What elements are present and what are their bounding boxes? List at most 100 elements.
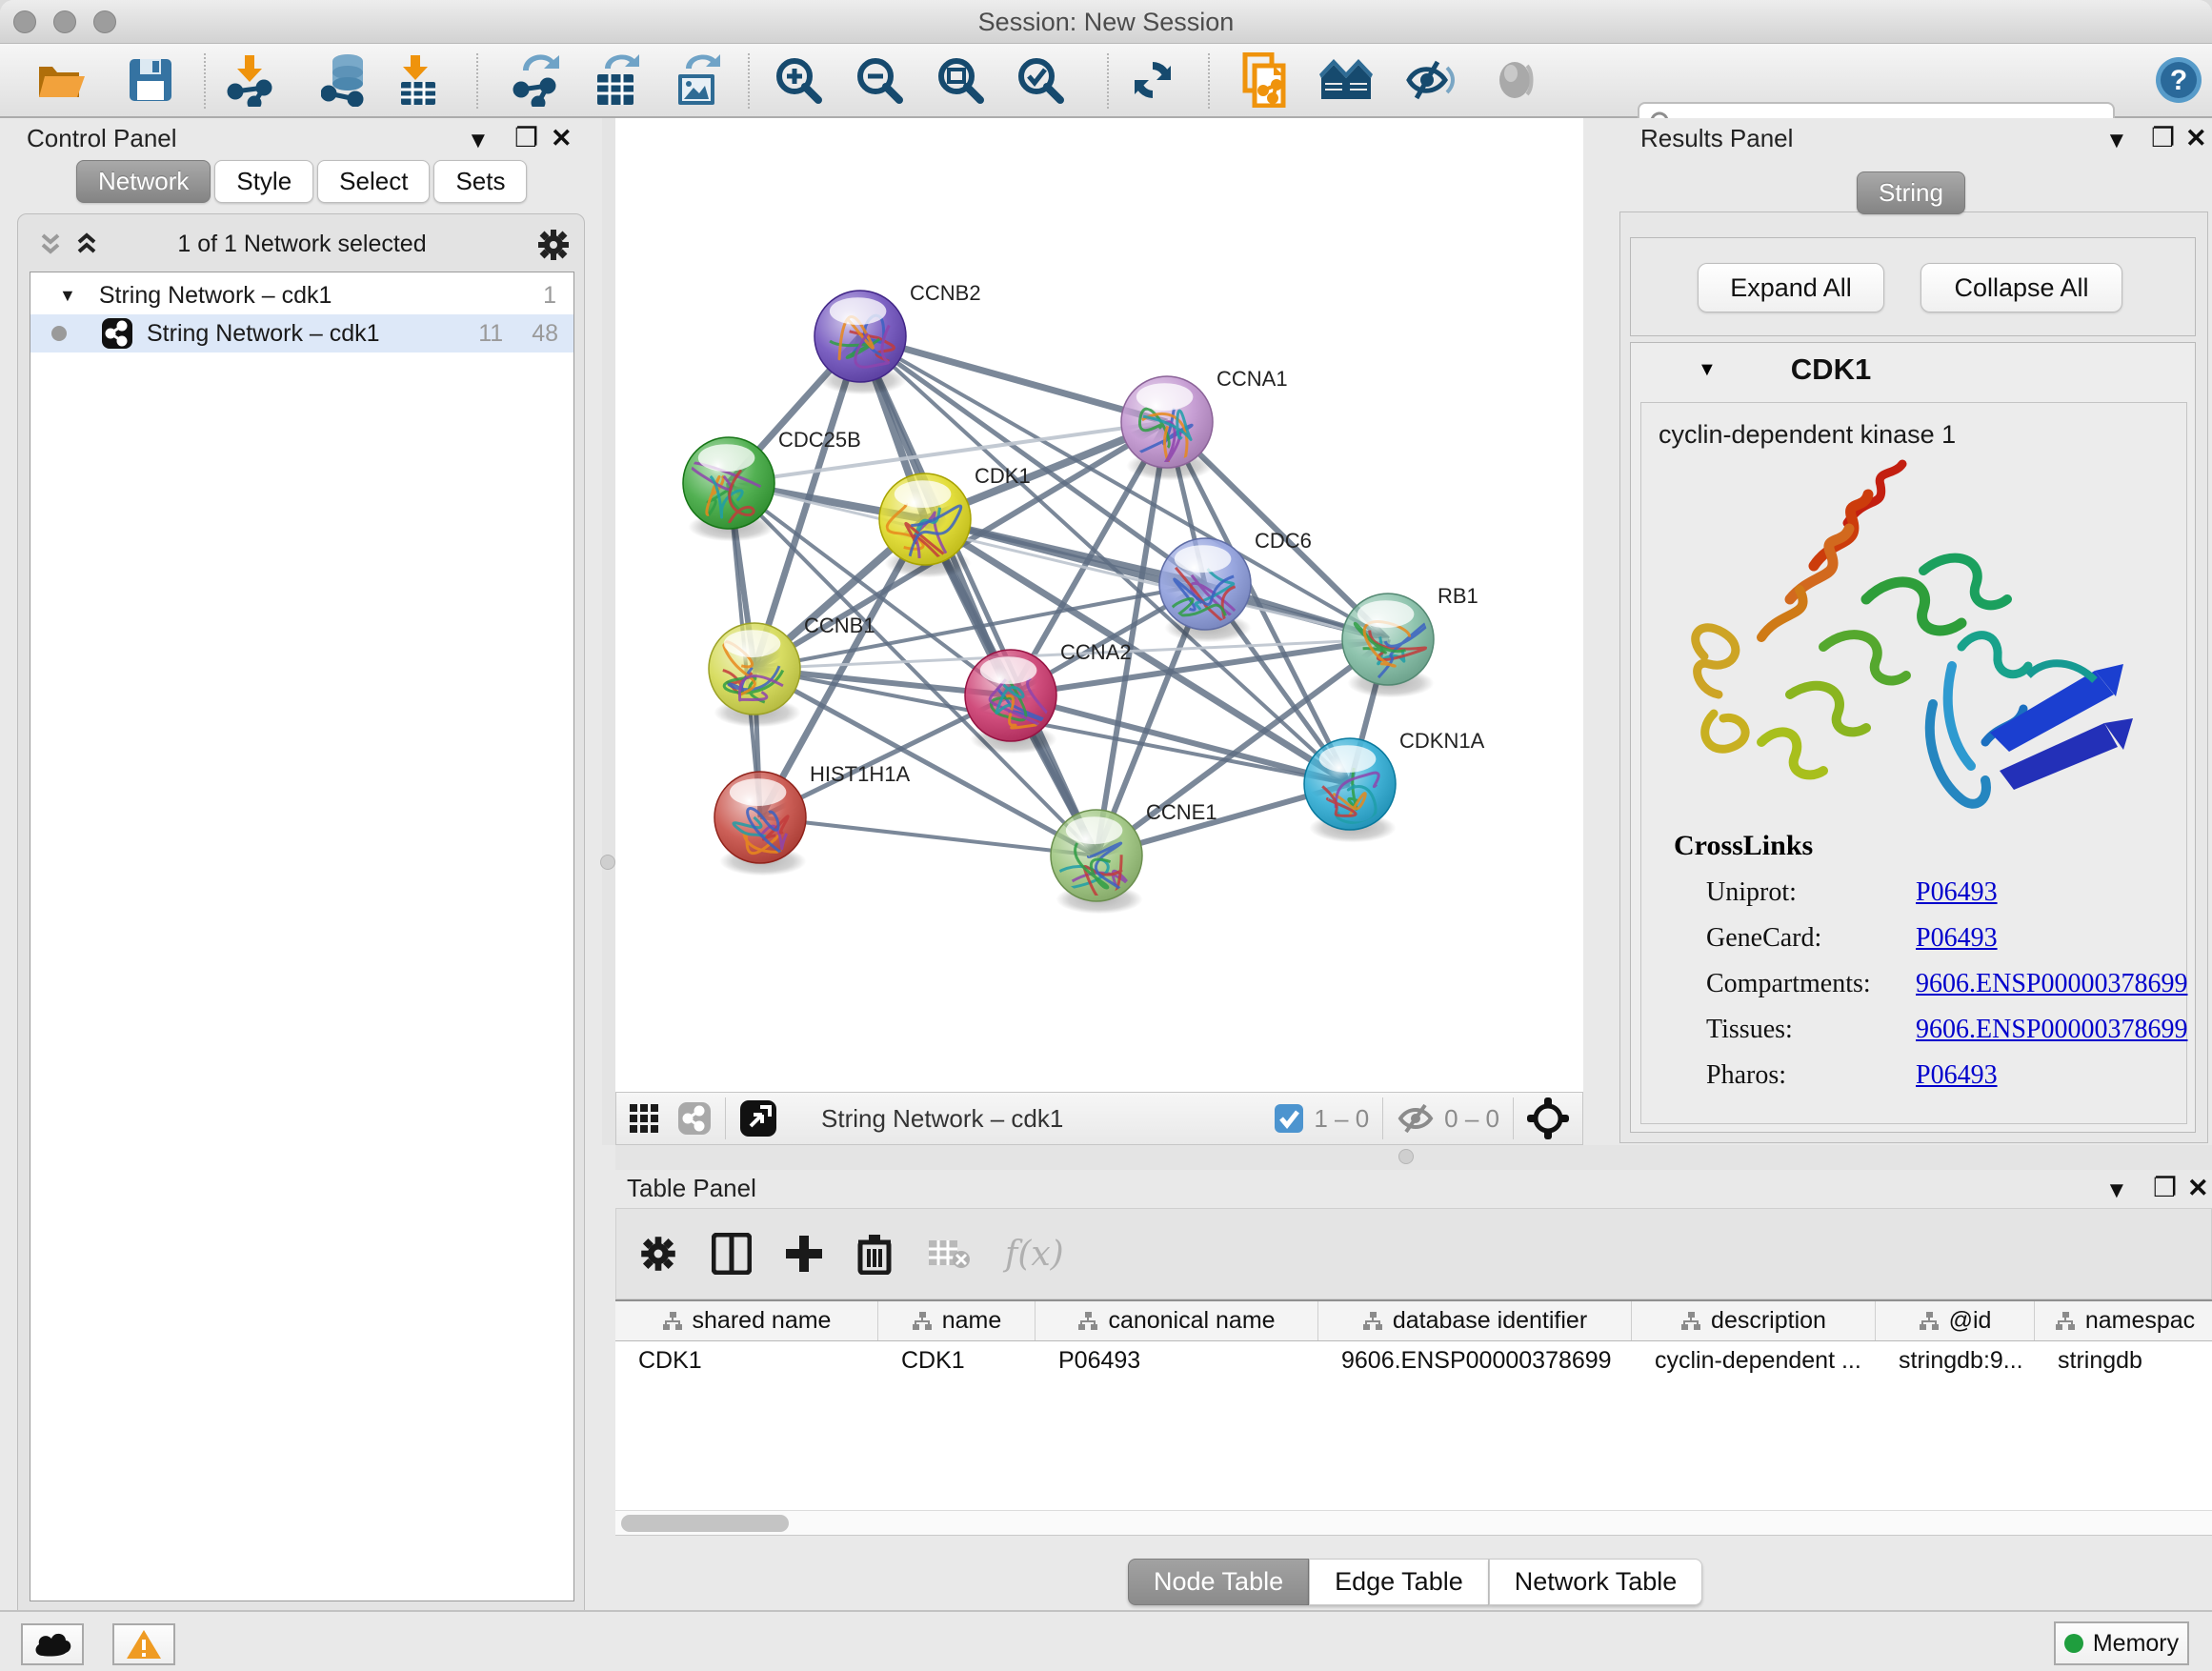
column-header-canonical-name[interactable]: canonical name — [1036, 1301, 1318, 1340]
network-share-icon[interactable] — [677, 1101, 712, 1136]
show-columns-icon[interactable] — [712, 1233, 752, 1275]
column-header-name[interactable]: name — [878, 1301, 1036, 1340]
table-cell[interactable]: stringdb:9... — [1876, 1341, 2035, 1379]
table-cell[interactable]: stringdb — [2035, 1341, 2212, 1379]
node-table-row[interactable]: CDK1CDK1P064939606.ENSP00000378699cyclin… — [615, 1341, 2212, 1379]
column-header-namespac[interactable]: namespac — [2035, 1301, 2212, 1340]
tab-string[interactable]: String — [1857, 171, 1965, 214]
node-highlight — [980, 656, 1037, 684]
table-cell[interactable]: 9606.ENSP00000378699 — [1318, 1341, 1632, 1379]
zoom-in-button[interactable] — [772, 53, 825, 107]
crosslink-link[interactable]: P06493 — [1916, 923, 1998, 953]
crosslink-link[interactable]: P06493 — [1916, 877, 1998, 907]
save-icon — [129, 58, 172, 102]
tab-style[interactable]: Style — [214, 160, 313, 203]
save-session-button[interactable] — [124, 53, 177, 107]
table-cell[interactable]: P06493 — [1036, 1341, 1318, 1379]
tab-network[interactable]: Network — [76, 160, 211, 203]
tab-edge-table[interactable]: Edge Table — [1309, 1559, 1489, 1605]
zoom-fit-button[interactable] — [934, 53, 987, 107]
table-cell[interactable]: cyclin-dependent ... — [1632, 1341, 1876, 1379]
delete-column-icon[interactable] — [856, 1233, 893, 1275]
import-network-button[interactable] — [223, 53, 276, 107]
table-panel-close-button[interactable]: ✕ — [2187, 1174, 2209, 1203]
crosslink-link[interactable]: 9606.ENSP00000378699 — [1916, 969, 2187, 998]
network-canvas[interactable]: CCNB2CCNA1CDC25BCDK1CDC6RB1CCNB1CCNA2CDK… — [615, 118, 1583, 1092]
string-home-button[interactable] — [1319, 53, 1373, 107]
network-from-clipboard-button[interactable] — [1237, 53, 1291, 107]
gear-icon[interactable] — [536, 228, 571, 262]
toolbar-separator — [725, 1097, 726, 1139]
tab-node-table[interactable]: Node Table — [1128, 1559, 1309, 1605]
column-header--id[interactable]: @id — [1876, 1301, 2035, 1340]
node-CCNE1[interactable]: CCNE1 — [1046, 800, 1217, 914]
network-collection-row[interactable]: ▼ String Network – cdk1 1 — [30, 276, 573, 314]
export-image-button[interactable] — [670, 53, 723, 107]
table-gear-icon[interactable] — [639, 1235, 677, 1273]
zoom-selected-button[interactable] — [1014, 53, 1067, 107]
export-network-button[interactable] — [509, 53, 562, 107]
tree-expand-arrow-icon[interactable]: ▼ — [59, 286, 76, 306]
bottom-splitter-handle[interactable] — [1398, 1149, 1414, 1164]
node-CCNB1[interactable]: CCNB1 — [709, 614, 875, 727]
collapse-all-button[interactable]: Collapse All — [1920, 263, 2122, 312]
import-table-button[interactable] — [391, 53, 444, 107]
results-panel-menu-arrow[interactable]: ▼ — [2105, 128, 2128, 154]
cdk1-section-header[interactable]: ▼ CDK1 — [1631, 343, 2195, 396]
refresh-button[interactable] — [1126, 53, 1179, 107]
edge-CCNE1-HIST1H1A[interactable] — [760, 817, 1096, 856]
results-panel-close-button[interactable]: ✕ — [2185, 124, 2207, 153]
network-collection-toolbar: 1 of 1 Network selected — [28, 226, 576, 264]
cloud-button[interactable] — [21, 1623, 84, 1665]
add-column-icon[interactable] — [784, 1234, 824, 1274]
results-panel-float-button[interactable]: ❐ — [2151, 122, 2175, 153]
node-CDC25B[interactable]: CDC25B — [683, 428, 861, 541]
table-hscrollbar[interactable] — [615, 1510, 2212, 1535]
string-network-icon — [101, 317, 133, 350]
table-panel-float-button[interactable]: ❐ — [2153, 1172, 2177, 1203]
crosshair-icon[interactable] — [1527, 1097, 1569, 1139]
birdseye-view-icon[interactable] — [739, 1099, 777, 1137]
zoom-out-button[interactable] — [853, 53, 906, 107]
column-header-description[interactable]: description — [1632, 1301, 1876, 1340]
open-session-button[interactable] — [35, 53, 89, 107]
export-table-button[interactable] — [589, 53, 642, 107]
node-CDKN1A[interactable]: CDKN1A — [1304, 729, 1485, 842]
bottom-splitter[interactable] — [615, 1145, 2212, 1170]
table-cell[interactable]: CDK1 — [878, 1341, 1036, 1379]
section-collapse-arrow-icon[interactable]: ▼ — [1698, 359, 1717, 381]
left-splitter[interactable] — [602, 118, 615, 1145]
crosslink-link[interactable]: 9606.ENSP00000378699 — [1916, 1015, 2187, 1044]
edge-CDK1-RB1[interactable] — [925, 519, 1388, 639]
control-panel-menu-arrow[interactable]: ▼ — [467, 128, 490, 154]
tab-select[interactable]: Select — [317, 160, 430, 203]
selected-checkbox-icon[interactable] — [1274, 1103, 1304, 1134]
crosslink-link[interactable]: P06493 — [1916, 1060, 1998, 1090]
table-cell[interactable]: CDK1 — [615, 1341, 878, 1379]
node-RB1[interactable]: RB1 — [1342, 584, 1478, 697]
expand-all-button[interactable]: Expand All — [1698, 263, 1884, 312]
cloud-icon — [33, 1631, 71, 1658]
node-CCNA1[interactable]: CCNA1 — [1121, 367, 1288, 480]
tab-sets[interactable]: Sets — [433, 160, 527, 203]
memory-button[interactable]: Memory — [2054, 1621, 2189, 1665]
control-panel-close-button[interactable]: ✕ — [551, 124, 573, 153]
column-header-shared-name[interactable]: shared name — [615, 1301, 878, 1340]
control-panel-float-button[interactable]: ❐ — [514, 122, 538, 153]
grid-view-icon[interactable] — [628, 1102, 660, 1135]
column-header-database-identifier[interactable]: database identifier — [1318, 1301, 1632, 1340]
hide-panel-button[interactable] — [1402, 53, 1456, 107]
node-HIST1H1A[interactable]: HIST1H1A — [714, 762, 910, 876]
show-panel-button[interactable] — [1488, 53, 1541, 107]
tab-network-table[interactable]: Network Table — [1489, 1559, 1703, 1605]
left-splitter-handle[interactable] — [600, 855, 615, 870]
node-CCNB2[interactable]: CCNB2 — [814, 281, 981, 394]
import-database-button[interactable] — [318, 53, 372, 107]
node-CDC6[interactable]: CDC6 — [1159, 529, 1312, 642]
help-button[interactable]: ? — [2152, 53, 2205, 107]
network-row-selected[interactable]: String Network – cdk1 11 48 — [30, 314, 573, 352]
table-hscrollbar-thumb[interactable] — [621, 1515, 789, 1532]
table-panel-menu-arrow[interactable]: ▼ — [2105, 1178, 2128, 1204]
warnings-button[interactable] — [112, 1623, 175, 1665]
node-CDK1[interactable]: CDK1 — [879, 464, 1031, 577]
